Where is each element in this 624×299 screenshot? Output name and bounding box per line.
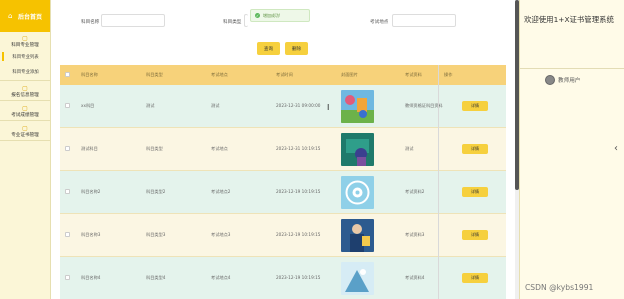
nav-group-title: 专业证书管理 <box>11 133 39 138</box>
cell-subject-name: xx科目 <box>81 103 95 108</box>
column-header: 科目类型 <box>146 72 163 77</box>
sidebar-item-subject-list[interactable]: 科目专业列表 <box>0 49 51 64</box>
welcome-title: 欢迎使用1+X证书管理系统 <box>524 15 614 24</box>
subject-type-label: 科目类型 <box>223 20 242 25</box>
main-content: 科目名称 科目类型 考试地点 ✓ 增加成功! 查询 删除 科目名称 科目类型 考… <box>51 0 515 299</box>
detail-button[interactable]: 详情 <box>462 230 488 240</box>
select-all-checkbox[interactable] <box>65 72 70 77</box>
subject-name-input[interactable] <box>101 14 165 27</box>
cover-image <box>341 219 374 252</box>
detail-button[interactable]: 详情 <box>462 101 488 111</box>
cell-subject-type: 测试 <box>146 103 155 108</box>
brand-title: 后台首页 <box>17 13 42 21</box>
cell-subject-type: 科目类型2 <box>146 189 166 194</box>
right-panel: 欢迎使用1+X证书管理系统 教师用户 ‹ <box>519 0 624 299</box>
nav-group-certificates[interactable]: ▢ 专业证书管理 <box>0 122 50 139</box>
nav-group-registration[interactable]: ▢ 报名信息管理 <box>0 82 50 99</box>
nav-group-title: 科目专业管理 <box>11 43 39 48</box>
home-icon: ⌂ <box>7 12 13 20</box>
divider <box>0 120 51 121</box>
cell-subject-name: 科目名称4 <box>81 275 101 280</box>
row-checkbox[interactable] <box>65 146 70 151</box>
cell-exam-time: 2023-12-19 10:19:15 <box>276 232 321 237</box>
detail-button[interactable]: 详情 <box>462 187 488 197</box>
cell-exam-time: 2023-12-19 10:19:15 <box>276 275 321 280</box>
column-header: 操作 <box>444 72 453 77</box>
success-toast: ✓ 增加成功! <box>250 9 310 22</box>
cell-subject-type: 科目类型3 <box>146 232 166 237</box>
cell-exam-place: 考试地点3 <box>211 232 231 237</box>
nav-group-subject[interactable]: ▢ 科目专业管理 <box>0 32 50 49</box>
column-divider <box>438 65 439 299</box>
cover-image <box>341 133 374 166</box>
table-row: xx科目 测试 测试 2023-12-31 09:00:00 教师资格证科目资料… <box>60 85 506 128</box>
divider <box>0 140 51 141</box>
certificates-group-icon: ▢ <box>22 125 28 132</box>
cover-image <box>341 90 374 123</box>
data-table: 科目名称 科目类型 考试地点 考试时间 封面图片 考试资料 操作 xx科目 测试… <box>60 65 506 299</box>
divider <box>0 100 51 101</box>
row-checkbox[interactable] <box>65 103 70 108</box>
table-header: 科目名称 科目类型 考试地点 考试时间 封面图片 考试资料 操作 <box>60 65 506 85</box>
cell-exam-time: 2023-12-31 10:19:15 <box>276 146 321 151</box>
cell-subject-type: 科目类型4 <box>146 275 166 280</box>
row-checkbox[interactable] <box>65 232 70 237</box>
table-row: 科目名称2 科目类型2 考试地点2 2023-12-19 10:19:15 考试… <box>60 171 506 214</box>
chevron-left-icon[interactable]: ‹ <box>614 143 618 154</box>
cell-subject-name: 测试科目 <box>81 146 98 151</box>
row-checkbox[interactable] <box>65 189 70 194</box>
nav-group-scores[interactable]: ▢ 考试成绩管理 <box>0 102 50 119</box>
cell-exam-time: 2023-12-31 09:00:00 <box>276 103 321 108</box>
divider <box>0 80 51 81</box>
subject-type-input[interactable] <box>244 14 248 27</box>
exam-place-label: 考试地点 <box>370 20 389 25</box>
cover-image <box>341 176 374 209</box>
user-menu[interactable]: 教师用户 <box>545 75 580 85</box>
cell-exam-material: 考试资料4 <box>405 275 425 280</box>
text-cursor-icon: I <box>327 103 330 112</box>
column-header: 考试时间 <box>276 72 293 77</box>
subject-name-label: 科目名称 <box>81 20 100 25</box>
column-header: 科目名称 <box>81 72 98 77</box>
column-header: 封面图片 <box>341 72 358 77</box>
cell-exam-time: 2023-12-19 10:19:15 <box>276 189 321 194</box>
cover-image <box>341 262 374 295</box>
detail-button[interactable]: 详情 <box>462 144 488 154</box>
cell-exam-material: 考试资料2 <box>405 189 425 194</box>
check-circle-icon: ✓ <box>255 13 260 18</box>
column-header: 考试地点 <box>211 72 228 77</box>
cell-exam-place: 考试地点4 <box>211 275 231 280</box>
cell-exam-place: 考试地点 <box>211 146 228 151</box>
user-name: 教师用户 <box>558 78 581 84</box>
nav-group-title: 考试成绩管理 <box>11 113 39 118</box>
cell-subject-name: 科目名称2 <box>81 189 101 194</box>
sidebar-item-subject-add[interactable]: 科目专业添加 <box>0 64 51 79</box>
cell-exam-material: 考试资料3 <box>405 232 425 237</box>
cell-subject-type: 科目类型 <box>146 146 163 151</box>
row-checkbox[interactable] <box>65 275 70 280</box>
nav-group-title: 报名信息管理 <box>11 93 39 98</box>
subject-group-icon: ▢ <box>22 35 28 42</box>
app-root: ⌂ 后台首页 ▢ 科目专业管理 科目专业列表 科目专业添加 ▢ 报名信息管理 ▢… <box>0 0 624 299</box>
scores-group-icon: ▢ <box>22 105 28 112</box>
column-header: 考试资料 <box>405 72 422 77</box>
toast-text: 增加成功! <box>263 12 281 18</box>
divider <box>520 68 624 69</box>
registration-group-icon: ▢ <box>22 85 28 92</box>
watermark: CSDN @kybs1991 <box>525 283 594 292</box>
query-button[interactable]: 查询 <box>257 42 280 55</box>
cell-exam-material: 测试 <box>405 146 414 151</box>
detail-button[interactable]: 详情 <box>462 273 488 283</box>
table-row: 科目名称4 科目类型4 考试地点4 2023-12-19 10:19:15 考试… <box>60 257 506 299</box>
user-avatar-icon <box>545 75 555 85</box>
exam-place-input[interactable] <box>392 14 456 27</box>
cell-exam-place: 测试 <box>211 103 220 108</box>
home-link[interactable]: ⌂ 后台首页 <box>0 0 50 32</box>
cell-exam-place: 考试地点2 <box>211 189 231 194</box>
table-row: 测试科目 科目类型 考试地点 2023-12-31 10:19:15 测试 详情 <box>60 128 506 171</box>
cell-subject-name: 科目名称3 <box>81 232 101 237</box>
sidebar: ⌂ 后台首页 ▢ 科目专业管理 科目专业列表 科目专业添加 ▢ 报名信息管理 ▢… <box>0 0 51 299</box>
table-row: 科目名称3 科目类型3 考试地点3 2023-12-19 10:19:15 考试… <box>60 214 506 257</box>
delete-button[interactable]: 删除 <box>285 42 308 55</box>
